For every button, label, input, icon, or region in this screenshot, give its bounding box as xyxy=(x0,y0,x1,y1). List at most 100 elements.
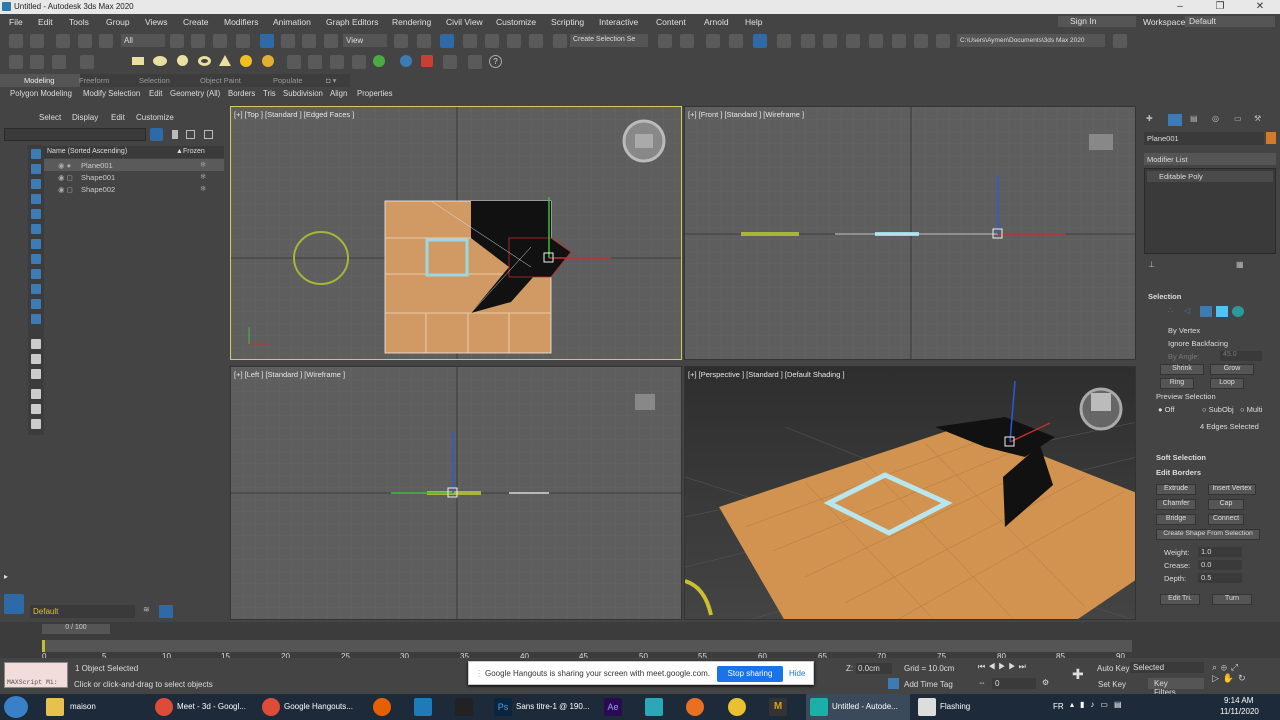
pivot-center-icon[interactable] xyxy=(394,34,408,48)
layers-toggle-icon[interactable] xyxy=(4,594,24,614)
frozen-icon[interactable]: ❄ xyxy=(200,172,206,181)
funnel-icon[interactable] xyxy=(31,404,41,414)
menu-views[interactable]: Views xyxy=(145,17,168,27)
menu-help[interactable]: Help xyxy=(745,17,762,27)
tab-freeform[interactable]: Freeform xyxy=(79,76,109,85)
ribbon-toggle-icon[interactable] xyxy=(753,34,767,48)
display-none-icon[interactable] xyxy=(31,149,41,159)
options-icon[interactable] xyxy=(31,419,41,429)
action-center-icon[interactable]: ▤ xyxy=(1114,700,1128,709)
mirror-icon[interactable] xyxy=(658,34,672,48)
column-name-header[interactable]: Name (Sorted Ascending) xyxy=(47,148,127,155)
create-tab-icon[interactable]: ✚ xyxy=(1146,114,1160,126)
radiation-app-icon[interactable] xyxy=(728,698,746,716)
viewport-label-front[interactable]: [+] [Front ] [Standard ] [Wireframe ] xyxy=(688,110,804,119)
column-frozen-header[interactable]: Frozen xyxy=(183,148,205,155)
time-config-icon[interactable]: ⚙ xyxy=(1042,678,1049,687)
start-button-icon[interactable] xyxy=(4,696,28,718)
layer-manager-icon[interactable] xyxy=(159,605,173,618)
filter-icon[interactable] xyxy=(150,128,163,141)
turn-button[interactable]: Turn xyxy=(1212,594,1252,605)
window-crossing-icon[interactable] xyxy=(236,34,250,48)
menu-customize[interactable]: Customize xyxy=(496,17,536,27)
shapes-icon[interactable] xyxy=(80,55,94,69)
vertex-mode-icon[interactable]: ∴ xyxy=(1168,306,1180,317)
extrude-button[interactable]: Extrude xyxy=(1156,484,1196,495)
display-all-icon[interactable] xyxy=(31,164,41,174)
render-iterative-icon[interactable] xyxy=(914,34,928,48)
ribbon-polygon-modeling[interactable]: Polygon Modeling xyxy=(10,89,72,98)
percent-snap-icon[interactable] xyxy=(507,34,521,48)
help-icon[interactable]: ? xyxy=(489,55,502,68)
menu-group[interactable]: Group xyxy=(106,17,130,27)
taskbar-item-photoshop[interactable]: Sans titre-1 @ 190... xyxy=(516,697,590,717)
firefox-icon[interactable] xyxy=(373,698,391,716)
close-button[interactable]: ✕ xyxy=(1240,0,1280,14)
visibility-eye-icon[interactable]: ◉ ● xyxy=(58,161,71,170)
pan-icon[interactable]: ✋ xyxy=(1223,673,1238,683)
ribbon-edit[interactable]: Edit xyxy=(149,89,162,98)
ribbon-subdivision[interactable]: Subdivision xyxy=(283,89,323,98)
go-to-end-icon[interactable]: ⏭ xyxy=(1019,662,1029,671)
layer-dropdown[interactable]: Default xyxy=(30,605,135,618)
timeline-ruler[interactable] xyxy=(42,640,1132,652)
named-selection-dropdown[interactable]: Create Selection Se xyxy=(570,34,648,47)
tab-selection[interactable]: Selection xyxy=(139,76,170,85)
menu-file[interactable]: File xyxy=(9,17,23,27)
display-tab-icon[interactable]: ▭ xyxy=(1234,114,1248,126)
grow-button[interactable]: Grow xyxy=(1210,364,1254,375)
maya-icon[interactable] xyxy=(645,698,663,716)
camera-filter-icon[interactable] xyxy=(31,224,41,234)
ribbon-modify-selection[interactable]: Modify Selection xyxy=(83,89,140,98)
create-shape-button[interactable]: Create Shape From Selection xyxy=(1156,529,1260,540)
layer-sort-icon[interactable]: ≋ xyxy=(143,605,155,618)
manipulate-icon[interactable] xyxy=(417,34,431,48)
edit-named-selection-icon[interactable] xyxy=(553,34,567,48)
zoom-icon[interactable]: ⌕ xyxy=(1212,662,1221,672)
project-folder-icon[interactable] xyxy=(1113,34,1127,48)
lock-icon[interactable] xyxy=(172,130,178,139)
spacewarp-filter-icon[interactable] xyxy=(31,254,41,264)
menu-modifiers[interactable]: Modifiers xyxy=(224,17,258,27)
maxscript-listener[interactable]: MAXScript Mi: xyxy=(4,662,68,688)
minimize-button[interactable]: – xyxy=(1160,0,1200,14)
viewport-label-top[interactable]: [+] [Top ] [Standard ] [Edged Faces ] xyxy=(234,110,354,119)
3dsmax-icon[interactable] xyxy=(810,698,828,716)
explorer-search-input[interactable] xyxy=(4,128,146,141)
foliage-icon[interactable] xyxy=(373,55,385,67)
menu-animation[interactable]: Animation xyxy=(273,17,311,27)
shape-filter-icon[interactable] xyxy=(31,194,41,204)
frozen-filter-icon[interactable] xyxy=(31,339,41,349)
select-object-icon[interactable] xyxy=(170,34,184,48)
layers-icon[interactable] xyxy=(204,130,213,139)
viewport-front[interactable]: [+] [Front ] [Standard ] [Wireframe ] xyxy=(684,106,1136,360)
container-icon[interactable] xyxy=(9,55,23,69)
edge-mode-icon[interactable]: ◁ xyxy=(1184,306,1196,317)
light-filter-icon[interactable] xyxy=(31,209,41,219)
taskbar-item-hangouts[interactable]: Google Hangouts... xyxy=(284,697,359,717)
field-of-view-icon[interactable]: ▷ xyxy=(1212,673,1223,683)
chamfer-button[interactable]: Chamfer xyxy=(1156,499,1196,510)
ribbon-geometry-all[interactable]: Geometry (All) xyxy=(170,89,220,98)
viewport-top[interactable]: [+] [Top ] [Standard ] [Edged Faces ] xyxy=(230,106,682,360)
time-tag-icon[interactable] xyxy=(888,678,899,689)
object-color-swatch[interactable] xyxy=(1266,132,1276,144)
view-icon[interactable] xyxy=(468,55,482,69)
object-name-field[interactable]: Plane001 xyxy=(1144,132,1264,145)
layer-explorer-icon[interactable] xyxy=(729,34,743,48)
container-open-icon[interactable] xyxy=(30,55,44,69)
spinner-snap-icon[interactable] xyxy=(529,34,543,48)
rectangular-selection-icon[interactable] xyxy=(213,34,227,48)
element-mode-icon[interactable] xyxy=(1232,306,1244,317)
add-time-tag-button[interactable]: Add Time Tag xyxy=(904,680,953,689)
viewport-perspective[interactable]: [+] [Perspective ] [Standard ] [Default … xyxy=(684,366,1136,620)
light-icon[interactable] xyxy=(240,55,252,67)
frozen-icon[interactable]: ❄ xyxy=(200,184,206,193)
volume-icon[interactable]: ♪ xyxy=(1090,700,1100,709)
color-swatch-icon[interactable] xyxy=(421,55,433,67)
menu-create[interactable]: Create xyxy=(183,17,209,27)
tab-object-paint[interactable]: Object Paint xyxy=(200,76,241,85)
modify-tab-icon[interactable] xyxy=(1168,114,1182,126)
stack-item[interactable]: Editable Poly xyxy=(1147,171,1273,182)
configure-sets-icon[interactable]: ▦ xyxy=(1236,260,1248,270)
